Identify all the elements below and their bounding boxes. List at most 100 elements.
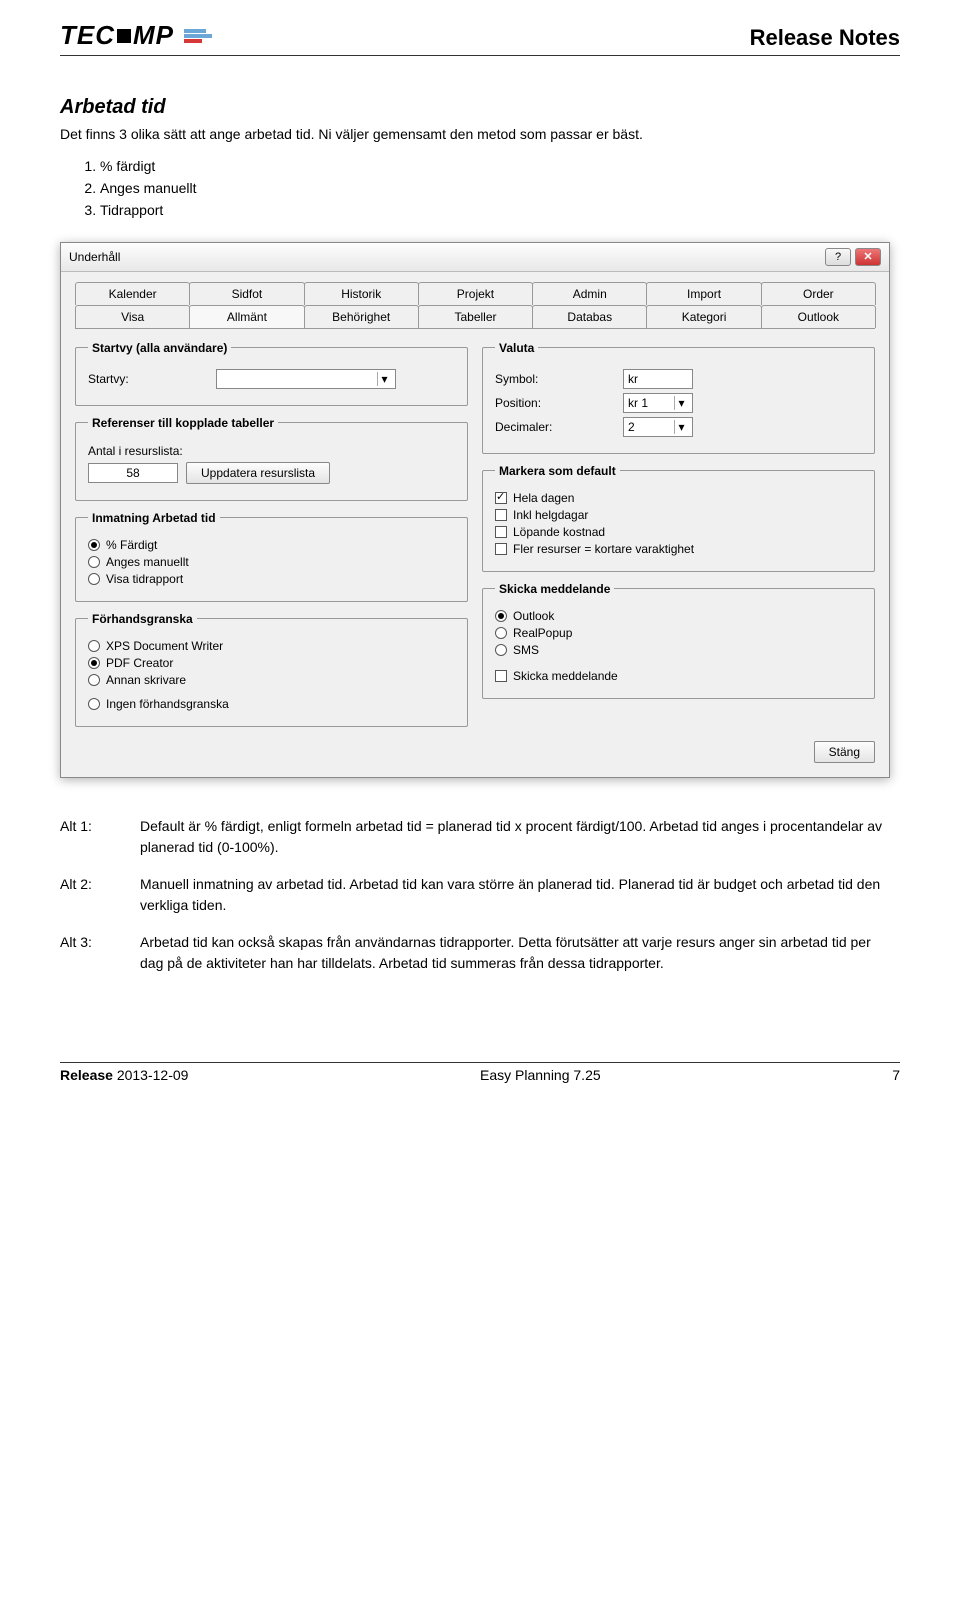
radio-label: Anges manuellt <box>106 555 189 569</box>
radio-annan-skrivare[interactable]: Annan skrivare <box>88 673 455 687</box>
methods-list: % färdigt Anges manuellt Tidrapport <box>100 155 900 222</box>
tab-sidfot[interactable]: Sidfot <box>189 282 304 305</box>
logo: TEC MP <box>60 20 212 51</box>
table-row: Alt 3: Arbetad tid kan också skapas från… <box>60 924 900 982</box>
check-label: Skicka meddelande <box>513 669 618 683</box>
check-fler-resurser[interactable]: Fler resurser = kortare varaktighet <box>495 542 862 556</box>
radio-icon <box>88 674 100 686</box>
table-row: Alt 1: Default är % färdigt, enligt form… <box>60 808 900 866</box>
radio-label: Outlook <box>513 609 554 623</box>
check-lopande-kostnad[interactable]: Löpande kostnad <box>495 525 862 539</box>
tab-admin[interactable]: Admin <box>532 282 647 305</box>
page-footer: Release 2013-12-09 Easy Planning 7.25 7 <box>60 1062 900 1083</box>
dialog-footer: Stäng <box>75 727 875 763</box>
radio-icon <box>88 539 100 551</box>
tab-outlook[interactable]: Outlook <box>761 305 876 328</box>
radio-fardigt[interactable]: % Färdigt <box>88 538 455 552</box>
radio-icon <box>88 640 100 652</box>
tab-kategori[interactable]: Kategori <box>646 305 761 328</box>
method-item: Anges manuellt <box>100 177 900 199</box>
dialog-titlebar: Underhåll ? ✕ <box>61 243 889 272</box>
dialog-panel: Startvy (alla användare) Startvy: ▾ Refe… <box>75 329 875 727</box>
chevron-down-icon: ▾ <box>377 372 391 386</box>
radio-icon <box>88 657 100 669</box>
symbol-input[interactable]: kr <box>623 369 693 389</box>
tab-behorighet[interactable]: Behörighet <box>304 305 419 328</box>
checkbox-icon <box>495 492 507 504</box>
radio-visa-tidrapport[interactable]: Visa tidrapport <box>88 572 455 586</box>
titlebar-buttons: ? ✕ <box>825 248 881 266</box>
fieldset-valuta: Valuta Symbol: kr Position: kr 1 ▾ Decim… <box>482 341 875 454</box>
tab-order[interactable]: Order <box>761 282 876 305</box>
help-button[interactable]: ? <box>825 248 851 266</box>
radio-label: RealPopup <box>513 626 572 640</box>
position-value: kr 1 <box>628 396 648 410</box>
tab-visa[interactable]: Visa <box>75 305 190 328</box>
tab-kalender[interactable]: Kalender <box>75 282 190 305</box>
radio-label: % Färdigt <box>106 538 157 552</box>
alt-table: Alt 1: Default är % färdigt, enligt form… <box>60 808 900 982</box>
tab-import[interactable]: Import <box>646 282 761 305</box>
tab-allmant[interactable]: Allmänt <box>189 305 304 328</box>
dialog-underhall: Underhåll ? ✕ Kalender Sidfot Historik P… <box>60 242 890 778</box>
section-title: Arbetad tid <box>60 96 900 119</box>
logo-square-icon <box>117 29 131 43</box>
right-column: Valuta Symbol: kr Position: kr 1 ▾ Decim… <box>482 341 875 727</box>
decimal-value: 2 <box>628 420 635 434</box>
page-header: TEC MP Release Notes <box>60 20 900 56</box>
decimal-label: Decimaler: <box>495 420 615 434</box>
radio-label: Visa tidrapport <box>106 572 183 586</box>
check-hela-dagen[interactable]: Hela dagen <box>495 491 862 505</box>
radio-sms[interactable]: SMS <box>495 643 862 657</box>
symbol-label: Symbol: <box>495 372 615 386</box>
tab-projekt[interactable]: Projekt <box>418 282 533 305</box>
radio-ingen-forhandsgranska[interactable]: Ingen förhandsgranska <box>88 697 455 711</box>
tab-historik[interactable]: Historik <box>304 282 419 305</box>
alt-text: Arbetad tid kan också skapas från använd… <box>140 924 900 982</box>
radio-label: XPS Document Writer <box>106 639 223 653</box>
radio-label: Ingen förhandsgranska <box>106 697 229 711</box>
footer-release-label: Release <box>60 1067 113 1083</box>
method-item: Tidrapport <box>100 199 900 221</box>
startvy-label: Startvy: <box>88 372 208 386</box>
tab-row-2: Visa Allmänt Behörighet Tabeller Databas… <box>75 305 875 329</box>
alt-text: Manuell inmatning av arbetad tid. Arbeta… <box>140 866 900 924</box>
decimal-dropdown[interactable]: 2 ▾ <box>623 417 693 437</box>
footer-release: Release 2013-12-09 <box>60 1067 188 1083</box>
chevron-down-icon: ▾ <box>674 420 688 434</box>
fieldset-startvy: Startvy (alla användare) Startvy: ▾ <box>75 341 468 406</box>
startvy-dropdown[interactable]: ▾ <box>216 369 396 389</box>
footer-product: Easy Planning 7.25 <box>480 1067 601 1083</box>
radio-anges-manuellt[interactable]: Anges manuellt <box>88 555 455 569</box>
table-row: Alt 2: Manuell inmatning av arbetad tid.… <box>60 866 900 924</box>
logo-text-1: TEC <box>60 20 115 51</box>
radio-outlook[interactable]: Outlook <box>495 609 862 623</box>
position-dropdown[interactable]: kr 1 ▾ <box>623 393 693 413</box>
alt-key: Alt 3: <box>60 924 140 982</box>
radio-icon <box>495 644 507 656</box>
radio-label: Annan skrivare <box>106 673 186 687</box>
radio-icon <box>495 610 507 622</box>
fieldset-referenser: Referenser till kopplade tabeller Antal … <box>75 416 468 501</box>
check-label: Inkl helgdagar <box>513 508 588 522</box>
uppdatera-resurslista-button[interactable]: Uppdatera resurslista <box>186 462 330 484</box>
method-item: % färdigt <box>100 155 900 177</box>
radio-xps[interactable]: XPS Document Writer <box>88 639 455 653</box>
logo-text: TEC MP <box>60 20 174 51</box>
radio-icon <box>88 698 100 710</box>
check-skicka-meddelande[interactable]: Skicka meddelande <box>495 669 862 683</box>
resurslista-count-input[interactable]: 58 <box>88 463 178 483</box>
radio-realpopup[interactable]: RealPopup <box>495 626 862 640</box>
check-inkl-helgdagar[interactable]: Inkl helgdagar <box>495 508 862 522</box>
tab-databas[interactable]: Databas <box>532 305 647 328</box>
radio-label: SMS <box>513 643 539 657</box>
logo-bars-icon <box>184 29 212 43</box>
checkbox-icon <box>495 526 507 538</box>
stang-button[interactable]: Stäng <box>814 741 875 763</box>
check-label: Hela dagen <box>513 491 574 505</box>
close-icon[interactable]: ✕ <box>855 248 881 266</box>
legend-inmatning: Inmatning Arbetad tid <box>88 511 220 525</box>
radio-pdf-creator[interactable]: PDF Creator <box>88 656 455 670</box>
fieldset-markera: Markera som default Hela dagen Inkl helg… <box>482 464 875 572</box>
tab-tabeller[interactable]: Tabeller <box>418 305 533 328</box>
